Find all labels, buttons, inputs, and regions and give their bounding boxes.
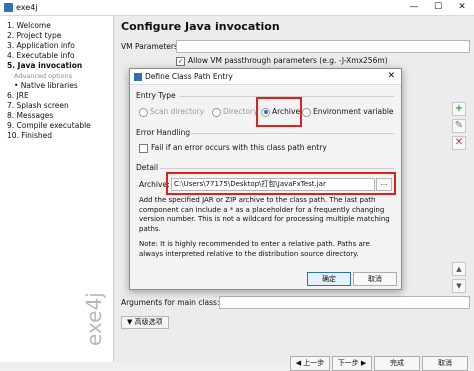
error-handling-label: Error Handling bbox=[136, 128, 191, 137]
previous-button[interactable]: ◀ 上一步 bbox=[290, 356, 330, 371]
archive-highlight-box bbox=[256, 97, 302, 127]
fail-on-error-label: Fail if an error occurs with this class … bbox=[151, 143, 327, 152]
vm-parameters-input[interactable] bbox=[176, 40, 470, 53]
archive-description: Add the specified JAR or ZIP archive to … bbox=[139, 196, 390, 233]
step-executable-info[interactable]: 4. Executable info bbox=[7, 51, 74, 60]
vm-parameters-label: VM Parameters: bbox=[121, 42, 181, 51]
radio-off-icon bbox=[212, 107, 221, 117]
app-icon bbox=[4, 3, 13, 12]
minimize-button[interactable]: — bbox=[404, 0, 424, 15]
exe4j-watermark: exe4j bbox=[82, 292, 106, 346]
step-welcome[interactable]: 1. Welcome bbox=[7, 21, 51, 30]
environment-variable-label: Environment variable bbox=[313, 107, 394, 116]
allow-vm-passthrough-checkbox[interactable]: ✓ Allow VM passthrough parameters (e.g. -… bbox=[176, 56, 388, 66]
cancel-button[interactable]: 取消 bbox=[422, 356, 468, 371]
arguments-label: Arguments for main class: bbox=[121, 298, 220, 307]
move-up-button[interactable]: ▲ bbox=[452, 262, 466, 276]
allow-vm-passthrough-label: Allow VM passthrough parameters (e.g. -J… bbox=[188, 56, 388, 65]
step-compile-executable[interactable]: 9. Compile executable bbox=[7, 121, 91, 130]
step-finished[interactable]: 10. Finished bbox=[7, 131, 52, 140]
window-titlebar: exe4j — ☐ ✕ bbox=[0, 0, 474, 16]
directory-label: Directory bbox=[223, 107, 258, 116]
finish-button[interactable]: 完成 bbox=[374, 356, 420, 371]
maximize-button[interactable]: ☐ bbox=[428, 0, 448, 15]
remove-classpath-button[interactable]: ✕ bbox=[452, 136, 466, 150]
advanced-options-heading: Advanced options bbox=[14, 72, 73, 80]
add-classpath-button[interactable]: + bbox=[452, 102, 466, 116]
step-native-libraries[interactable]: • Native libraries bbox=[14, 81, 78, 90]
archive-path-highlight-box bbox=[166, 172, 396, 195]
advanced-options-button[interactable]: ▼ 高级选项 bbox=[121, 316, 169, 329]
radio-off-icon bbox=[139, 107, 148, 117]
next-button[interactable]: 下一步 ▶ bbox=[332, 356, 372, 371]
window-title: exe4j bbox=[16, 3, 38, 12]
checkbox-unchecked-icon bbox=[139, 143, 148, 153]
step-java-invocation[interactable]: 5. Java invocation bbox=[7, 61, 82, 70]
radio-scan-directory[interactable]: Scan directory bbox=[139, 107, 204, 117]
dialog-cancel-button[interactable]: 取消 bbox=[353, 272, 397, 286]
dialog-titlebar: Define Class Path Entry ✕ bbox=[130, 69, 401, 85]
radio-directory[interactable]: Directory bbox=[212, 107, 258, 117]
archive-path-label: Archive: bbox=[139, 180, 170, 189]
dialog-app-icon bbox=[134, 72, 142, 81]
wizard-steps-sidebar: 1. Welcome 2. Project type 3. Applicatio… bbox=[0, 16, 114, 362]
radio-off-icon bbox=[302, 107, 311, 117]
step-messages[interactable]: 8. Messages bbox=[7, 111, 53, 120]
close-button[interactable]: ✕ bbox=[452, 0, 472, 15]
error-handling-divider bbox=[188, 133, 394, 134]
step-project-type[interactable]: 2. Project type bbox=[7, 31, 61, 40]
move-down-button[interactable]: ▼ bbox=[452, 279, 466, 293]
checkbox-checked-icon: ✓ bbox=[176, 56, 185, 66]
edit-classpath-button[interactable]: ✎ bbox=[452, 119, 466, 133]
dialog-ok-button[interactable]: 确定 bbox=[307, 272, 351, 286]
detail-label: Detail bbox=[136, 163, 159, 172]
relative-path-note: Note: It is highly recommended to enter … bbox=[139, 240, 370, 258]
arguments-input[interactable] bbox=[219, 296, 470, 309]
dialog-title: Define Class Path Entry bbox=[145, 72, 233, 81]
step-jre[interactable]: 6. JRE bbox=[7, 91, 29, 100]
fail-on-error-checkbox[interactable]: Fail if an error occurs with this class … bbox=[139, 143, 327, 153]
step-application-info[interactable]: 3. Application info bbox=[7, 41, 75, 50]
define-class-path-entry-dialog: Define Class Path Entry ✕ Entry Type Sca… bbox=[129, 68, 402, 290]
dialog-close-icon[interactable]: ✕ bbox=[387, 71, 395, 81]
page-title: Configure Java invocation bbox=[121, 20, 280, 33]
radio-environment-variable[interactable]: Environment variable bbox=[302, 107, 394, 117]
scan-directory-label: Scan directory bbox=[150, 107, 205, 116]
detail-divider bbox=[160, 168, 394, 169]
step-splash-screen[interactable]: 7. Splash screen bbox=[7, 101, 69, 110]
entry-type-label: Entry Type bbox=[136, 91, 176, 100]
